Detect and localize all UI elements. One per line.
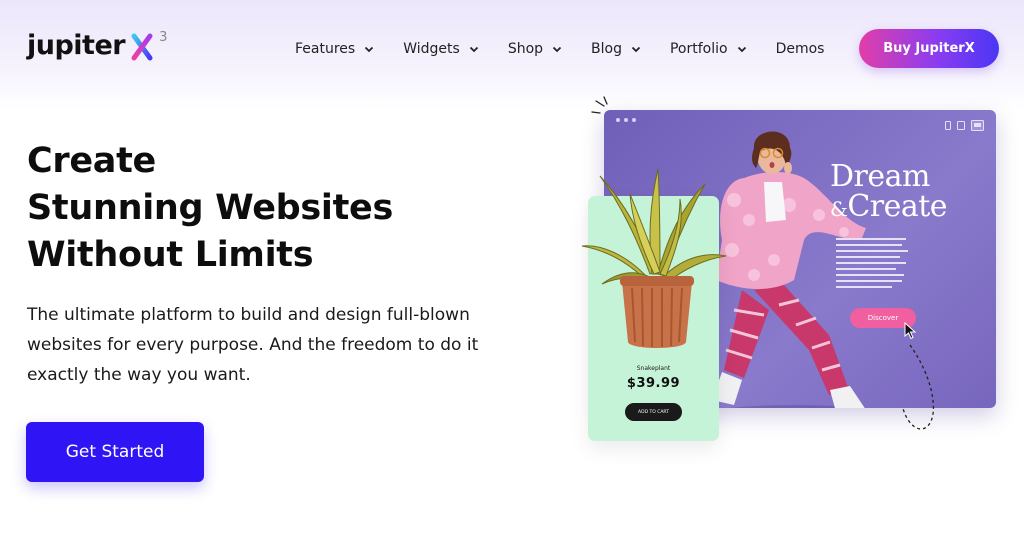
chevron-down-icon [552, 46, 562, 53]
mockup-body-text-placeholder [836, 238, 908, 288]
cursor-icon [904, 322, 917, 340]
main-nav: Features Widgets Shop Blog Portfolio Dem… [295, 38, 852, 60]
chevron-down-icon [365, 46, 374, 53]
nav-item-blog[interactable]: Blog [591, 38, 642, 60]
subtext-line: The ultimate platform to build and desig… [27, 305, 470, 325]
nav-label: Shop [507, 41, 544, 57]
headline-line: Create [27, 141, 156, 181]
subtext-line: websites for every purpose. And the free… [27, 335, 479, 355]
logo-x-icon [131, 28, 155, 64]
buy-jupiterx-button[interactable]: Buy JupiterX [859, 29, 999, 68]
get-started-button[interactable]: Get Started [26, 422, 204, 482]
product-card: Snakeplant $39.99 ADD TO CART [581, 168, 727, 441]
mockup-title-line1: Dream [830, 159, 930, 194]
logo[interactable]: jupiter 3 [27, 28, 167, 64]
nav-item-demos[interactable]: Demos [776, 38, 825, 60]
nav-label: Blog [591, 41, 622, 57]
product-price: $39.99 [626, 376, 681, 391]
subtext-line: exactly the way you want. [27, 365, 251, 385]
mockup-title-amp: & [830, 197, 848, 221]
nav-label: Widgets [403, 41, 460, 57]
headline-line: Stunning Websites [27, 188, 394, 228]
chevron-down-icon [469, 46, 478, 53]
nav-label: Features [295, 41, 356, 57]
plant-image [581, 168, 727, 348]
hero-headline: Create Stunning Websites Without Limits [27, 138, 393, 279]
nav-label: Portfolio [669, 41, 728, 57]
logo-version: 3 [159, 30, 168, 45]
add-to-cart-button[interactable]: ADD TO CART [625, 403, 682, 421]
chevron-down-icon [737, 46, 746, 53]
nav-item-features[interactable]: Features [295, 38, 375, 60]
mockup-title: Dream &Create [830, 159, 948, 224]
product-name: Snakeplant [636, 365, 671, 372]
nav-label: Demos [775, 41, 825, 57]
nav-item-widgets[interactable]: Widgets [403, 38, 480, 60]
nav-item-portfolio[interactable]: Portfolio [670, 38, 748, 60]
hero-subtext: The ultimate platform to build and desig… [27, 300, 507, 390]
logo-text: jupiter [27, 30, 126, 61]
headline-line: Without Limits [27, 235, 314, 275]
mockup-title-line2: Create [847, 189, 948, 224]
nav-item-shop[interactable]: Shop [508, 38, 563, 60]
chevron-down-icon [631, 46, 641, 53]
